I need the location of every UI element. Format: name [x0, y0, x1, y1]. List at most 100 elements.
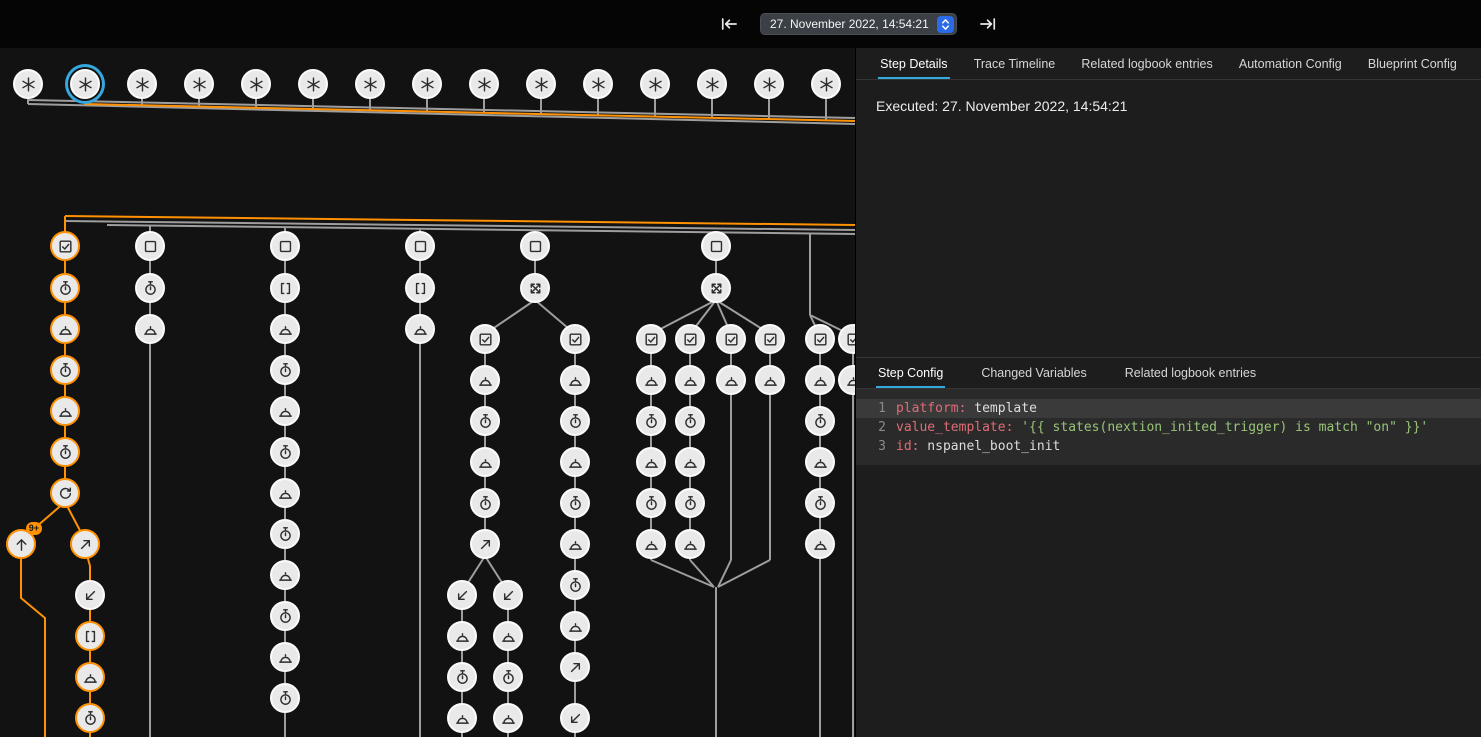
service-node[interactable] — [755, 365, 785, 395]
tab-related-logbook-entries[interactable]: Related logbook entries — [1079, 48, 1214, 79]
delay-node[interactable] — [470, 488, 500, 518]
delay-node[interactable] — [135, 273, 165, 303]
service-node[interactable] — [50, 396, 80, 426]
previous-trace-button[interactable] — [718, 13, 740, 35]
choose-node[interactable] — [701, 273, 731, 303]
service-node[interactable] — [560, 529, 590, 559]
service-node[interactable] — [470, 447, 500, 477]
condition-node[interactable] — [50, 231, 80, 261]
service-node[interactable] — [636, 365, 666, 395]
trace-date-select[interactable]: 27. November 2022, 14:54:21 — [760, 13, 957, 35]
brackets-node[interactable] — [75, 621, 105, 651]
arrow-ne-node[interactable] — [560, 652, 590, 682]
service-node[interactable] — [135, 314, 165, 344]
tab-changed-variables[interactable]: Changed Variables — [979, 358, 1088, 388]
delay-node[interactable] — [447, 662, 477, 692]
trigger-node[interactable] — [355, 69, 385, 99]
service-node[interactable] — [470, 365, 500, 395]
tab-step-details[interactable]: Step Details — [878, 48, 949, 79]
condition-node[interactable] — [636, 324, 666, 354]
delay-node[interactable] — [50, 355, 80, 385]
code-line[interactable]: 3id: nspanel_boot_init — [856, 437, 1481, 456]
delay-node[interactable] — [270, 519, 300, 549]
condition-empty-node[interactable] — [701, 231, 731, 261]
service-node[interactable] — [805, 365, 835, 395]
service-node[interactable] — [270, 642, 300, 672]
trigger-node[interactable] — [697, 69, 727, 99]
condition-empty-node[interactable] — [520, 231, 550, 261]
trigger-node[interactable] — [184, 69, 214, 99]
delay-node[interactable] — [636, 406, 666, 436]
delay-node[interactable] — [50, 437, 80, 467]
choose-node[interactable] — [520, 273, 550, 303]
delay-node[interactable] — [270, 601, 300, 631]
delay-node[interactable] — [75, 703, 105, 733]
service-node[interactable] — [560, 611, 590, 641]
trigger-node[interactable] — [412, 69, 442, 99]
service-node[interactable] — [805, 447, 835, 477]
condition-empty-node[interactable] — [405, 231, 435, 261]
repeat-node[interactable] — [50, 478, 80, 508]
tab-blueprint-config[interactable]: Blueprint Config — [1366, 48, 1459, 79]
delay-node[interactable] — [50, 273, 80, 303]
brackets-node[interactable] — [270, 273, 300, 303]
service-node[interactable] — [75, 662, 105, 692]
arrow-up-node[interactable]: 9+ — [6, 529, 36, 559]
service-node[interactable] — [675, 447, 705, 477]
tab-trace-timeline[interactable]: Trace Timeline — [972, 48, 1058, 79]
arrow-sw-node[interactable] — [75, 580, 105, 610]
condition-node[interactable] — [470, 324, 500, 354]
service-node[interactable] — [560, 365, 590, 395]
tab-related-logbook-entries[interactable]: Related logbook entries — [1123, 358, 1258, 388]
service-node[interactable] — [716, 365, 746, 395]
service-node[interactable] — [493, 703, 523, 733]
delay-node[interactable] — [560, 570, 590, 600]
arrow-sw-node[interactable] — [447, 580, 477, 610]
condition-node[interactable] — [805, 324, 835, 354]
trigger-node[interactable] — [754, 69, 784, 99]
delay-node[interactable] — [636, 488, 666, 518]
service-node[interactable] — [675, 529, 705, 559]
delay-node[interactable] — [493, 662, 523, 692]
arrow-sw-node[interactable] — [560, 703, 590, 733]
tab-step-config[interactable]: Step Config — [876, 358, 945, 388]
code-line[interactable]: 2value_template: '{{ states(nextion_init… — [856, 418, 1481, 437]
service-node[interactable] — [270, 560, 300, 590]
service-node[interactable] — [270, 314, 300, 344]
condition-empty-node[interactable] — [270, 231, 300, 261]
trigger-node[interactable] — [70, 69, 100, 99]
trigger-node[interactable] — [811, 69, 841, 99]
trigger-node[interactable] — [640, 69, 670, 99]
service-node[interactable] — [405, 314, 435, 344]
trigger-node[interactable] — [526, 69, 556, 99]
trigger-node[interactable] — [469, 69, 499, 99]
arrow-sw-node[interactable] — [493, 580, 523, 610]
brackets-node[interactable] — [405, 273, 435, 303]
arrow-ne-node[interactable] — [70, 529, 100, 559]
service-node[interactable] — [560, 447, 590, 477]
trigger-node[interactable] — [127, 69, 157, 99]
delay-node[interactable] — [560, 488, 590, 518]
service-node[interactable] — [270, 478, 300, 508]
delay-node[interactable] — [805, 406, 835, 436]
next-trace-button[interactable] — [977, 13, 999, 35]
trigger-node[interactable] — [583, 69, 613, 99]
condition-node[interactable] — [716, 324, 746, 354]
service-node[interactable] — [636, 447, 666, 477]
condition-node[interactable] — [560, 324, 590, 354]
delay-node[interactable] — [470, 406, 500, 436]
service-node[interactable] — [447, 703, 477, 733]
condition-node[interactable] — [755, 324, 785, 354]
delay-node[interactable] — [805, 488, 835, 518]
tab-automation-config[interactable]: Automation Config — [1237, 48, 1344, 79]
service-node[interactable] — [50, 314, 80, 344]
delay-node[interactable] — [270, 355, 300, 385]
delay-node[interactable] — [675, 406, 705, 436]
trigger-node[interactable] — [241, 69, 271, 99]
condition-empty-node[interactable] — [135, 231, 165, 261]
service-node[interactable] — [636, 529, 666, 559]
delay-node[interactable] — [675, 488, 705, 518]
delay-node[interactable] — [270, 437, 300, 467]
service-node[interactable] — [270, 396, 300, 426]
service-node[interactable] — [447, 621, 477, 651]
